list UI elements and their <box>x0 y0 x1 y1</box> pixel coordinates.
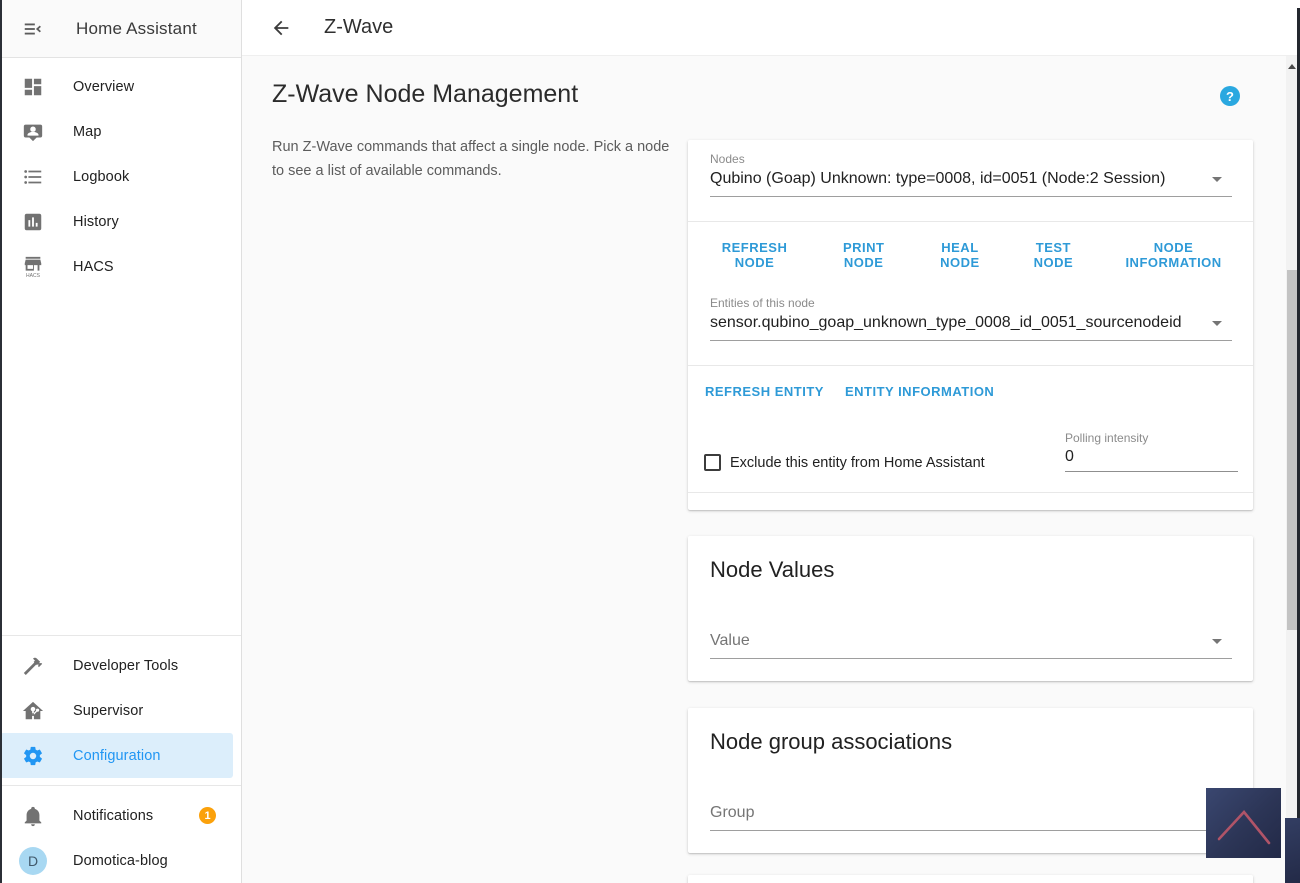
help-circle-icon[interactable]: ? <box>1220 86 1240 106</box>
value-field: Value <box>710 628 1232 659</box>
screen-left-edge <box>0 0 2 883</box>
entities-field: Entities of this node sensor.qubino_goap… <box>710 286 1232 341</box>
sidebar-item-supervisor[interactable]: Supervisor <box>0 688 241 733</box>
heal-node-button[interactable]: HEAL NODE <box>923 240 996 270</box>
scrollbar-thumb[interactable] <box>1287 270 1297 630</box>
node-group-associations-title: Node group associations <box>710 729 953 754</box>
arrow-left-icon[interactable] <box>268 15 294 41</box>
test-node-button[interactable]: TEST NODE <box>1018 240 1090 270</box>
tooltip-account-icon <box>21 120 45 144</box>
nodes-field: Nodes Qubino (Goap) Unknown: type=0008, … <box>710 140 1232 197</box>
sidebar-item-profile[interactable]: D Domotica-blog <box>0 838 241 883</box>
entity-actions-row: REFRESH ENTITY ENTITY INFORMATION <box>688 366 1253 415</box>
view-dashboard-icon <box>21 75 45 99</box>
main-area: Z-Wave Z-Wave Node Management ? Run Z-Wa… <box>242 0 1300 883</box>
node-actions-row: REFRESH NODE PRINT NODE HEAL NODE TEST N… <box>688 222 1253 286</box>
print-node-button[interactable]: PRINT NODE <box>825 240 902 270</box>
svg-text:HACS: HACS <box>26 273 41 278</box>
save-button[interactable]: SAVE <box>710 509 746 510</box>
group-field: Group <box>710 800 1232 831</box>
sidebar-item-label: Developer Tools <box>73 657 179 674</box>
home-assistant-app: Home Assistant Overview Map Logbook Hist… <box>0 0 1300 883</box>
refresh-entity-button[interactable]: REFRESH ENTITY <box>705 384 824 399</box>
content-scroll-area: Z-Wave Node Management ? Run Z-Wave comm… <box>242 56 1300 883</box>
sidebar-header: Home Assistant <box>0 0 241 58</box>
sidebar-item-label: Overview <box>73 78 135 95</box>
sidebar-toggle-icon[interactable] <box>20 16 46 42</box>
chevron-down-icon <box>1212 638 1222 644</box>
nodes-selected-value: Qubino (Goap) Unknown: type=0008, id=005… <box>710 170 1166 187</box>
refresh-node-button[interactable]: REFRESH NODE <box>705 240 804 270</box>
entities-select[interactable]: sensor.qubino_goap_unknown_type_0008_id_… <box>710 310 1232 341</box>
value-placeholder: Value <box>710 632 750 649</box>
sidebar-divider-bottom <box>0 785 241 786</box>
profile-name: Domotica-blog <box>73 852 168 869</box>
save-row: SAVE <box>688 493 1253 510</box>
sidebar-item-label: History <box>73 213 119 230</box>
sidebar-item-label: HACS <box>73 258 114 275</box>
page-title: Z-Wave Node Management <box>272 80 579 108</box>
sidebar-item-configuration[interactable]: Configuration <box>0 733 233 778</box>
bell-icon <box>21 804 45 828</box>
scrollbar-up-arrow-icon[interactable] <box>1288 64 1296 69</box>
value-select[interactable]: Value <box>710 628 1232 659</box>
sidebar-nav: Overview Map Logbook History HACS HACS <box>0 58 241 289</box>
exclude-entity-label: Exclude this entity from Home Assistant <box>730 454 985 471</box>
exclude-polling-row: Exclude this entity from Home Assistant … <box>704 429 1238 483</box>
cog-icon <box>21 744 45 768</box>
sidebar-title: Home Assistant <box>76 18 197 38</box>
group-placeholder: Group <box>710 804 755 821</box>
entities-label: Entities of this node <box>710 296 815 310</box>
sidebar-item-hacs[interactable]: HACS HACS <box>0 244 241 289</box>
exclude-entity-checkbox[interactable] <box>704 454 721 471</box>
format-list-bulleted-icon <box>21 165 45 189</box>
sidebar-item-label: Logbook <box>73 168 130 185</box>
home-assistant-icon <box>21 699 45 723</box>
entity-information-button[interactable]: ENTITY INFORMATION <box>845 384 994 399</box>
entities-selected-value: sensor.qubino_goap_unknown_type_0008_id_… <box>710 314 1182 331</box>
sidebar-item-developer-tools[interactable]: Developer Tools <box>0 643 241 688</box>
sidebar-item-overview[interactable]: Overview <box>0 64 241 109</box>
avatar: D <box>19 846 47 875</box>
sidebar-item-label: Supervisor <box>73 702 144 719</box>
exclude-entity-option: Exclude this entity from Home Assistant <box>704 442 1065 483</box>
node-management-card: Nodes Qubino (Goap) Unknown: type=0008, … <box>688 140 1253 510</box>
polling-intensity-input[interactable] <box>1065 445 1238 472</box>
sidebar-divider-top <box>0 635 241 636</box>
node-group-associations-card: Node group associations Group <box>688 708 1253 853</box>
hacs-store-icon: HACS <box>21 255 45 279</box>
node-information-button[interactable]: NODE INFORMATION <box>1110 240 1237 270</box>
sidebar: Home Assistant Overview Map Logbook Hist… <box>0 0 242 883</box>
polling-intensity-field: Polling intensity <box>1065 429 1238 483</box>
sidebar-item-label: Map <box>73 123 102 140</box>
sidebar-item-map[interactable]: Map <box>0 109 241 154</box>
hammer-icon <box>21 654 45 678</box>
sidebar-item-label: Notifications <box>73 807 154 824</box>
sidebar-item-notifications[interactable]: Notifications 1 <box>0 793 241 838</box>
sidebar-item-history[interactable]: History <box>0 199 241 244</box>
notification-badge: 1 <box>199 807 216 824</box>
page-description: Run Z-Wave commands that affect a single… <box>272 139 670 179</box>
group-select[interactable]: Group <box>710 800 1232 831</box>
chevron-down-icon <box>1212 176 1222 182</box>
node-values-title: Node Values <box>710 557 835 582</box>
domotica-blog-logo <box>1206 788 1281 858</box>
poll-box-icon <box>21 210 45 234</box>
nodes-label: Nodes <box>710 152 745 166</box>
corner-logo-fragment <box>1285 818 1300 883</box>
nodes-select[interactable]: Qubino (Goap) Unknown: type=0008, id=005… <box>710 166 1232 197</box>
app-bar: Z-Wave <box>242 0 1300 56</box>
chevron-down-icon <box>1212 320 1222 326</box>
appbar-title: Z-Wave <box>324 16 394 38</box>
node-values-card: Node Values Value <box>688 536 1253 681</box>
sidebar-item-logbook[interactable]: Logbook <box>0 154 241 199</box>
polling-intensity-label: Polling intensity <box>1065 431 1149 445</box>
next-card-partial <box>688 875 1253 883</box>
sidebar-item-label: Configuration <box>73 747 161 764</box>
